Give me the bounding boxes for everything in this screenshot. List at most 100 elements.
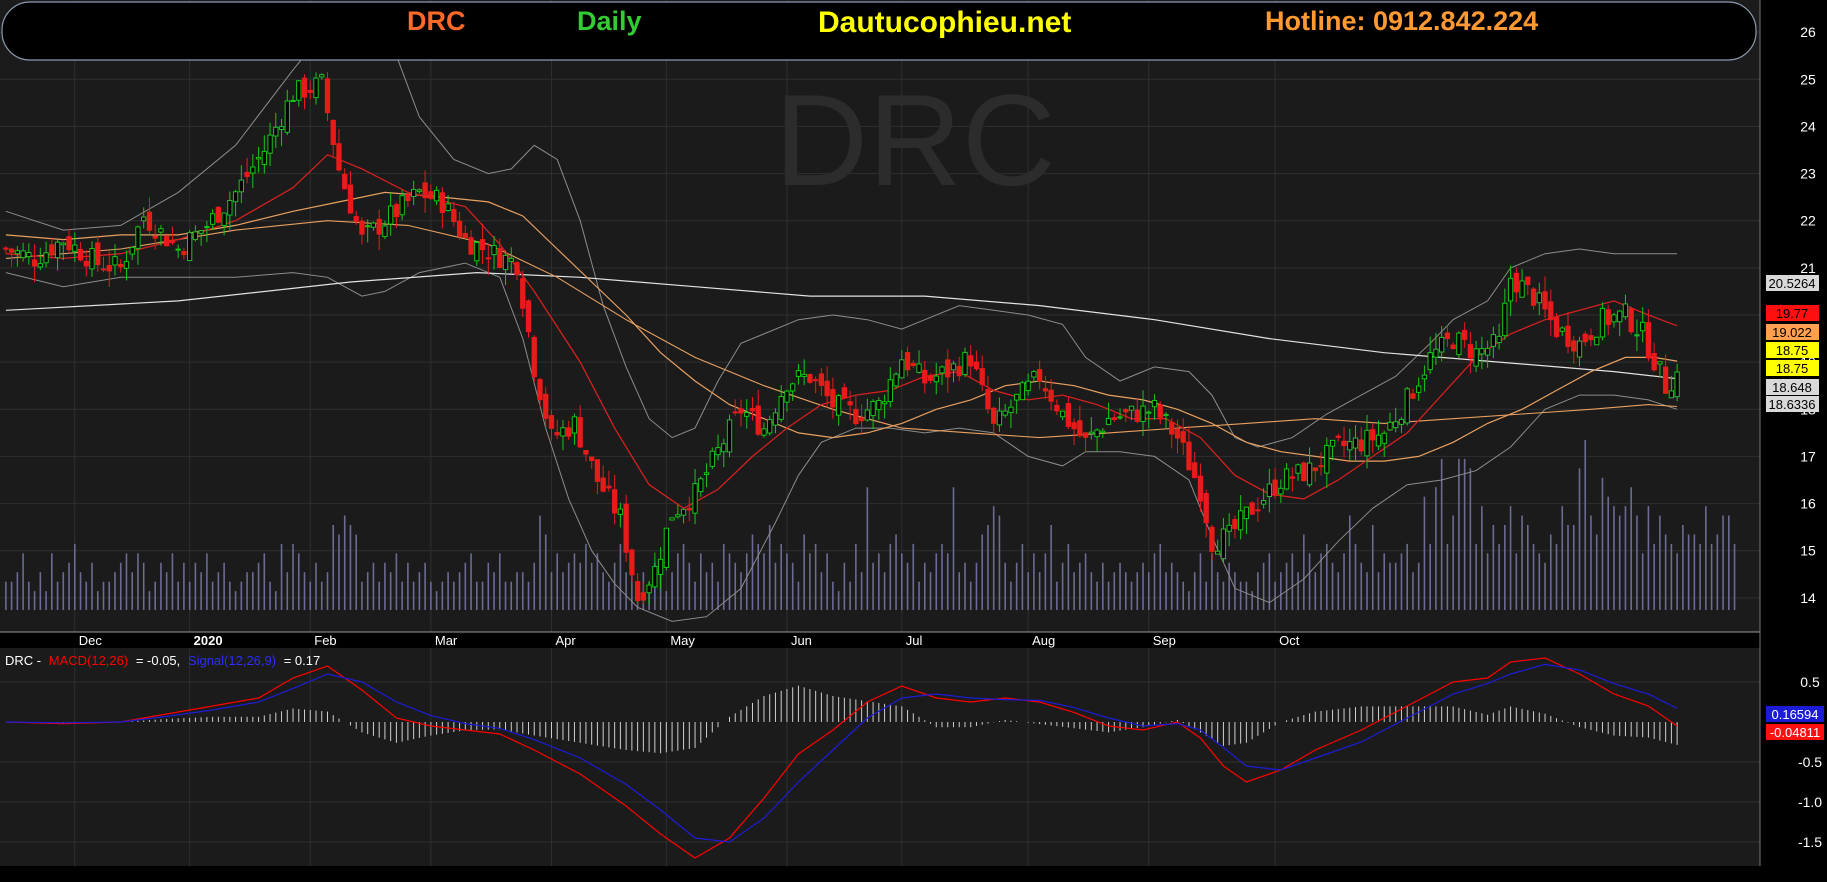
candle-up <box>801 373 807 377</box>
candle-up <box>1260 500 1267 505</box>
candle-down <box>1272 479 1278 496</box>
macd-y-tick-label: -0.5 <box>1798 754 1822 770</box>
candle-down <box>1077 420 1083 437</box>
candle-up <box>1306 462 1313 486</box>
y-tick-label: 15 <box>1800 543 1816 559</box>
candle-up <box>887 379 893 402</box>
candle-up <box>474 241 480 262</box>
candle-down <box>49 244 55 256</box>
candle-down <box>1134 409 1140 422</box>
candle-up <box>1375 434 1382 447</box>
candle-down <box>31 259 38 267</box>
candle-up <box>1266 483 1273 498</box>
candle-up <box>1140 405 1146 422</box>
candle-up <box>284 100 290 133</box>
candle-down <box>606 485 612 489</box>
candle-up <box>1220 528 1227 560</box>
candle-down <box>841 387 848 399</box>
candle-down <box>858 417 865 422</box>
candle-up <box>1473 348 1479 367</box>
candle-down <box>1662 366 1669 394</box>
candle-up <box>1416 385 1422 393</box>
candle-down <box>1444 332 1451 340</box>
candle-up <box>370 222 377 228</box>
candle-down <box>749 407 756 412</box>
candle-up <box>388 205 394 225</box>
candle-down <box>640 592 647 601</box>
candle-down <box>3 247 9 250</box>
candle-down <box>1186 441 1192 471</box>
candle-down <box>554 431 560 436</box>
candle-down <box>152 235 158 239</box>
candle-up <box>675 514 681 518</box>
candle-down <box>830 389 836 408</box>
candle-down <box>95 242 101 266</box>
candle-down <box>611 489 618 514</box>
price-tag-text: 19.022 <box>1772 325 1812 340</box>
candle-down <box>807 374 813 383</box>
candle-up <box>267 134 273 154</box>
candle-up <box>876 400 882 411</box>
candle-down <box>1036 369 1043 382</box>
candle-down <box>623 503 629 553</box>
candle-up <box>1536 292 1542 304</box>
candle-up <box>795 370 802 377</box>
candle-down <box>922 369 928 384</box>
x-tick-label: Sep <box>1153 633 1176 648</box>
candle-down <box>629 549 635 576</box>
candle-down <box>479 239 486 251</box>
candle-down <box>1082 432 1089 438</box>
candle-down <box>462 233 468 239</box>
y-tick-label: 14 <box>1800 590 1816 606</box>
candle-up <box>1519 280 1525 298</box>
x-tick-label: Apr <box>555 633 576 648</box>
y-tick-label: 25 <box>1800 71 1816 87</box>
candle-down <box>244 171 250 177</box>
candle-up <box>54 241 61 259</box>
candle-up <box>663 527 669 568</box>
candle-up <box>123 261 130 269</box>
macd-legend-signal-value: = 0.17 <box>284 653 321 668</box>
candle-up <box>916 363 922 373</box>
candle-up <box>1094 429 1100 438</box>
x-tick-label: May <box>670 633 695 648</box>
candle-down <box>1312 467 1318 472</box>
candle-up <box>261 150 267 165</box>
candle-up <box>1151 400 1158 408</box>
candle-up <box>508 258 514 262</box>
candle-down <box>1255 509 1261 512</box>
price-tag-text: 19.77 <box>1776 306 1809 321</box>
candle-up <box>893 373 899 387</box>
candle-down <box>422 182 428 199</box>
candle-up <box>715 447 721 456</box>
candle-down <box>324 78 331 114</box>
candle-up <box>20 250 26 259</box>
candle-up <box>1295 464 1301 474</box>
candle-up <box>560 427 566 437</box>
candle-down <box>66 236 72 251</box>
candle-up <box>445 203 451 212</box>
candle-down <box>393 204 400 218</box>
candle-down <box>566 427 572 437</box>
x-tick-label: Dec <box>79 633 103 648</box>
candle-down <box>525 300 532 333</box>
candle-up <box>864 409 870 421</box>
candle-up <box>278 126 285 130</box>
x-tick-label: Oct <box>1279 633 1300 648</box>
candle-down <box>824 380 830 397</box>
candle-down <box>514 262 520 276</box>
candle-down <box>146 211 153 231</box>
candle-up <box>1025 380 1031 392</box>
y-tick-label: 21 <box>1800 260 1816 276</box>
candle-up <box>1479 348 1485 355</box>
candle-down <box>439 192 446 213</box>
candle-up <box>1019 382 1026 401</box>
candle-down <box>301 77 308 98</box>
candle-down <box>106 264 112 272</box>
candle-up <box>761 428 767 436</box>
candle-down <box>910 363 916 367</box>
candle-up <box>192 231 199 241</box>
candle-down <box>1301 462 1307 482</box>
candle-up <box>784 390 790 403</box>
price-tag-text: 18.648 <box>1772 380 1812 395</box>
